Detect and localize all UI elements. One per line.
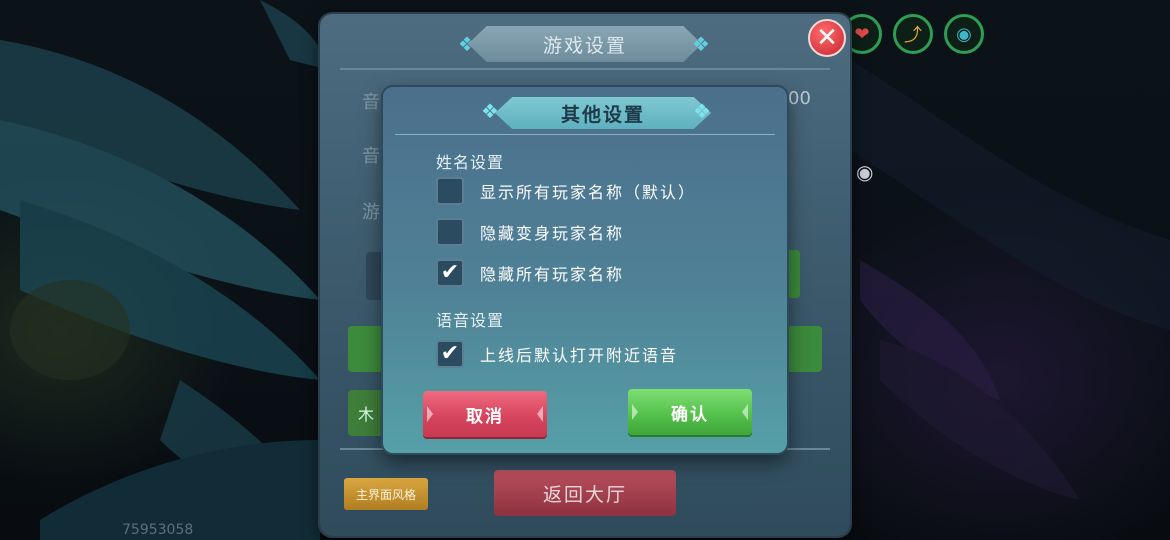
checkbox-auto-nearby-voice[interactable]: ✔ [436, 340, 464, 368]
main-ui-style-button[interactable]: 主界面风格 [344, 478, 428, 510]
option-show-all-names[interactable]: 显示所有玩家名称（默认） [436, 177, 696, 205]
other-settings-title: 其他设置 [495, 97, 711, 129]
close-button[interactable]: ✕ [808, 19, 846, 57]
confirm-button[interactable]: 确认 [628, 389, 752, 435]
close-icon: ✕ [816, 23, 838, 53]
option-label: 上线后默认打开附近语音 [480, 346, 679, 365]
checkbox-show-all-names[interactable] [436, 177, 464, 205]
other-settings-dialog: ❖ 其他设置 ❖ 姓名设置 显示所有玩家名称（默认） 隐藏变身玩家名称 ✔ 隐藏… [383, 87, 787, 453]
water-drop-icon[interactable]: ◉ [944, 14, 984, 54]
cancel-button[interactable]: 取消 [423, 391, 547, 437]
sound-label-1: 音 [362, 92, 380, 113]
name-settings-heading: 姓名设置 [436, 153, 505, 172]
hidden-button-text: 木 [357, 405, 374, 424]
option-label: 隐藏变身玩家名称 [480, 224, 625, 243]
game-settings-title: 游戏设置 [468, 26, 702, 62]
option-hide-transformed-names[interactable]: 隐藏变身玩家名称 [436, 218, 624, 246]
hidden-green-button-3[interactable] [786, 326, 822, 372]
player-id: 75953058 [122, 522, 194, 538]
checkmark-icon: ✔ [440, 260, 460, 285]
inner-title-ornament-left-icon: ❖ [481, 99, 499, 123]
voice-settings-heading: 语音设置 [436, 311, 505, 330]
back-to-lobby-button[interactable]: 返回大厅 [494, 470, 676, 516]
checkbox-hide-transformed-names[interactable] [436, 218, 464, 246]
volume-value: 00 [788, 88, 811, 109]
title-ornament-right-icon: ❖ [692, 32, 710, 56]
option-auto-nearby-voice[interactable]: ✔ 上线后默认打开附近语音 [436, 340, 678, 368]
divider [340, 68, 830, 70]
checkbox-hide-all-names[interactable]: ✔ [436, 259, 464, 287]
inner-divider [395, 134, 775, 135]
hidden-green-button-4[interactable]: 木 [348, 390, 384, 436]
sound-label-2: 音 [362, 146, 380, 167]
game-label: 游 [362, 202, 380, 223]
hidden-green-button-2[interactable] [348, 326, 384, 372]
option-label: 显示所有玩家名称（默认） [480, 183, 697, 202]
checkmark-icon: ✔ [440, 341, 460, 366]
shoe-icon[interactable]: ⤴ [893, 14, 933, 54]
option-hide-all-names[interactable]: ✔ 隐藏所有玩家名称 [436, 259, 624, 287]
inner-title-ornament-right-icon: ❖ [693, 99, 711, 123]
option-label: 隐藏所有玩家名称 [480, 265, 625, 284]
eye-icon[interactable]: ◉ [856, 160, 886, 184]
